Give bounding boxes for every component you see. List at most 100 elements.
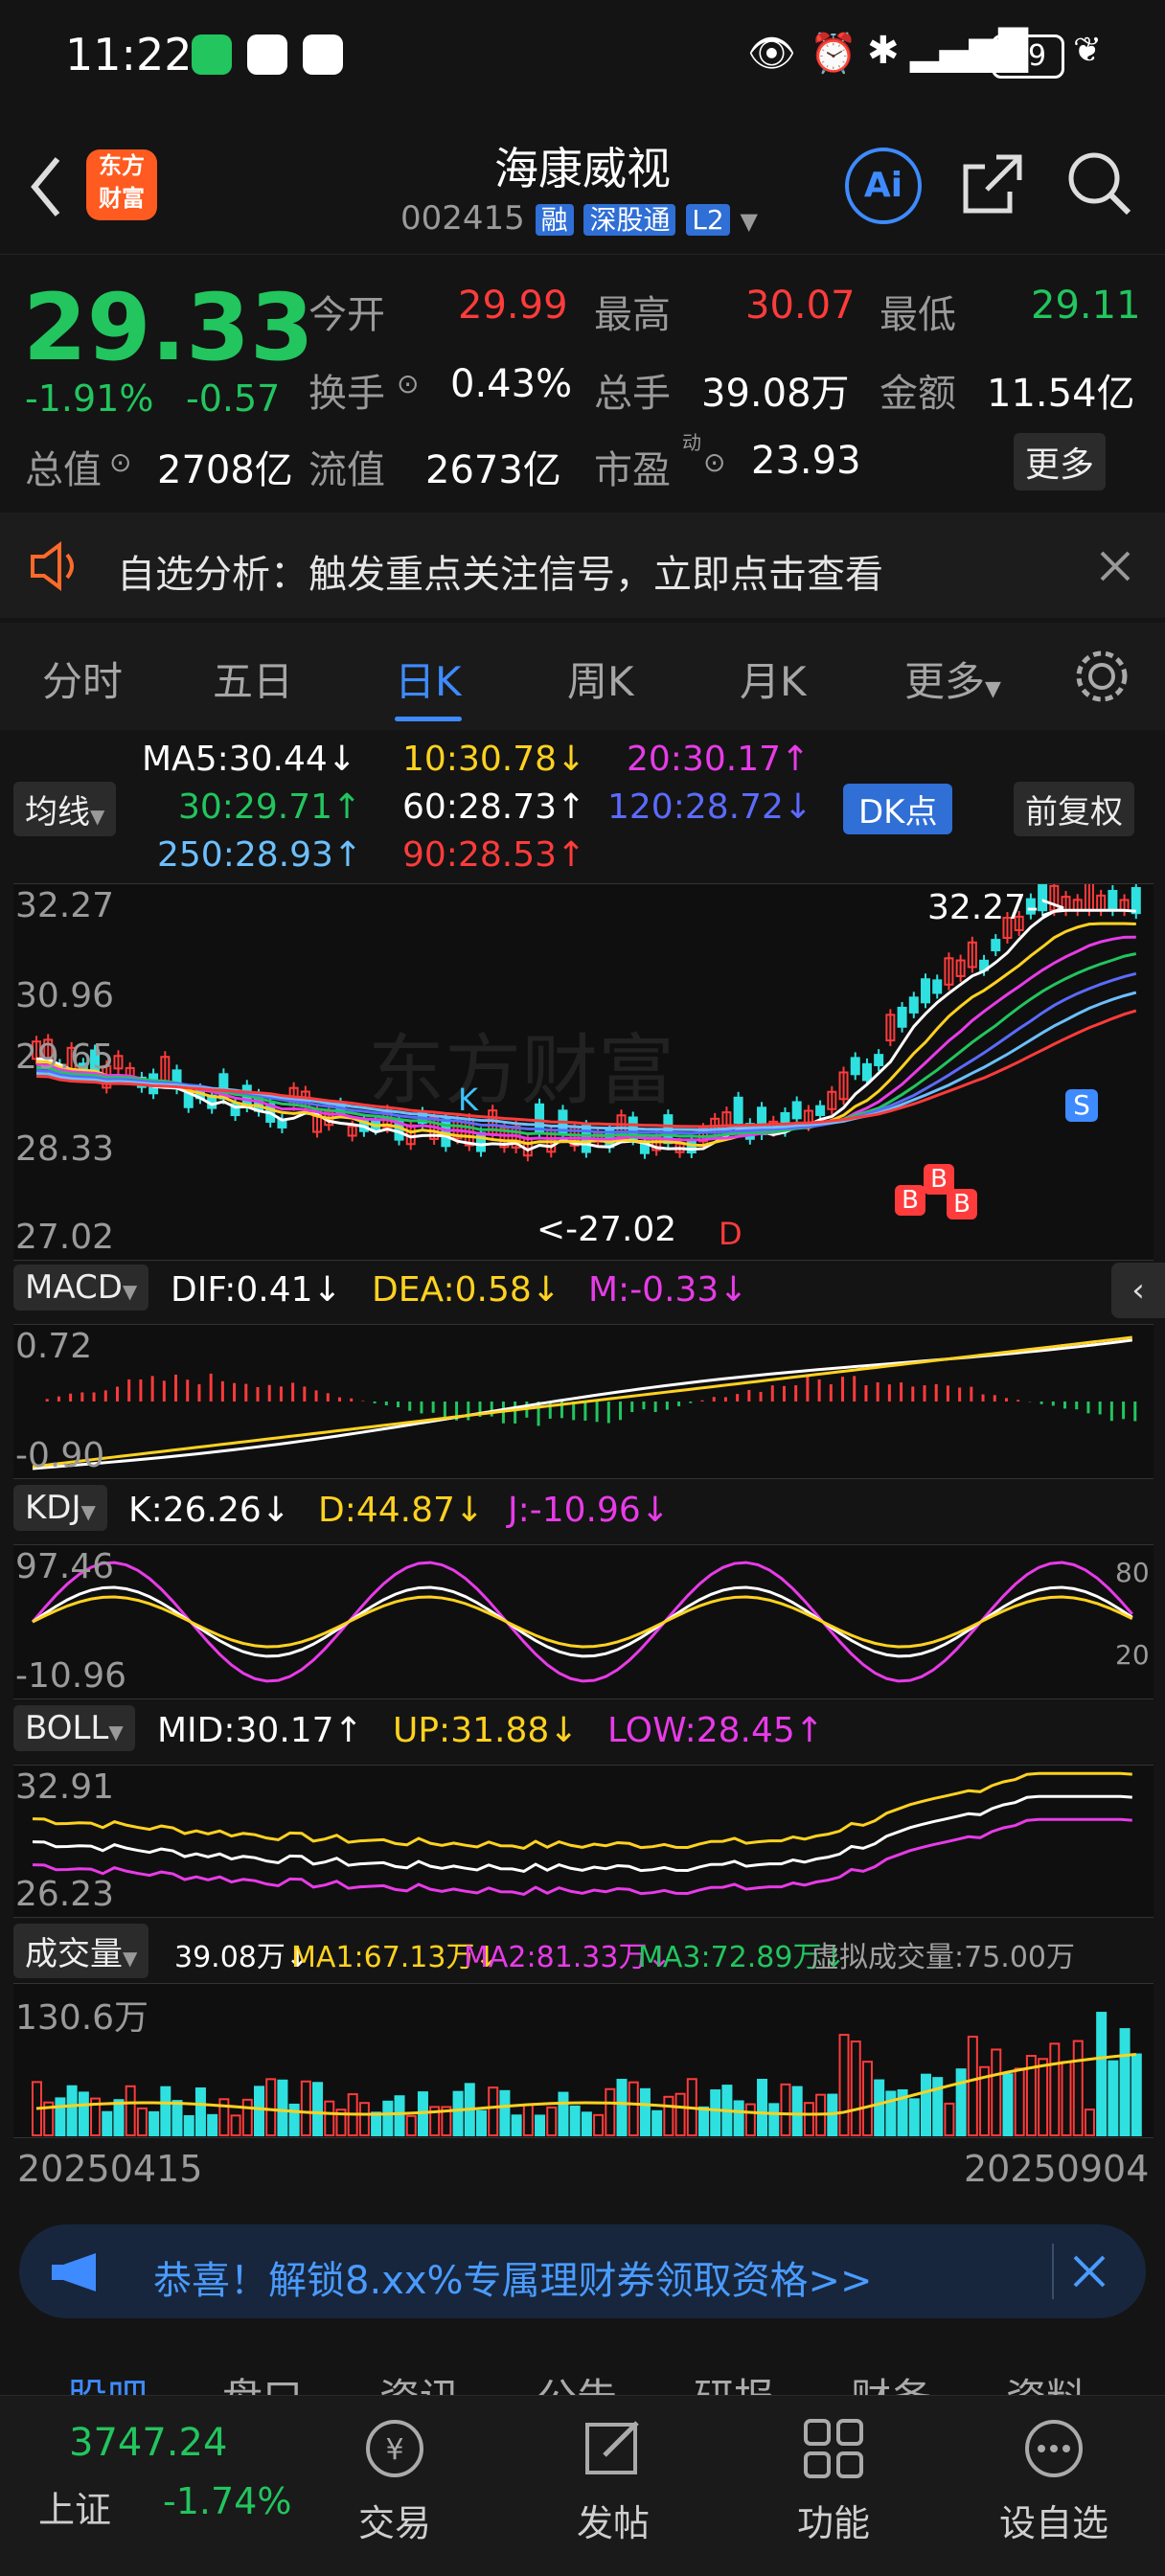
boll-selector-label: BOLL bbox=[25, 1709, 109, 1747]
price-adjust-button[interactable]: 前复权 bbox=[1014, 782, 1134, 836]
kline-plot bbox=[32, 884, 1141, 1162]
volume-bar bbox=[838, 2034, 850, 2137]
kdj-selector-label: KDJ bbox=[25, 1489, 81, 1527]
candle-body bbox=[897, 1006, 907, 1028]
candle-body bbox=[921, 978, 930, 1004]
turnover-info-icon[interactable]: ⊙ bbox=[397, 368, 419, 399]
tab-news[interactable]: 资讯 bbox=[379, 2366, 460, 2395]
pe-info-icon[interactable]: ⊙ bbox=[703, 446, 725, 478]
nav-post[interactable]: 发帖 bbox=[537, 2415, 690, 2546]
close-icon[interactable] bbox=[1098, 549, 1132, 583]
speaker-icon bbox=[31, 541, 74, 591]
macd-selector[interactable]: MACD▼ bbox=[13, 1265, 149, 1311]
volume-bar bbox=[499, 2089, 511, 2136]
dropdown-caret-icon[interactable]: ▼ bbox=[741, 208, 758, 235]
nav-add-watchlist[interactable]: 设自选 bbox=[977, 2415, 1131, 2546]
volume-bar bbox=[405, 2114, 417, 2136]
settings-gear-icon[interactable] bbox=[1071, 646, 1132, 707]
sell-signal-badge[interactable]: S bbox=[1065, 1089, 1098, 1122]
tab-announcements[interactable]: 公告 bbox=[537, 2366, 617, 2395]
info-icon[interactable]: ⊙ bbox=[109, 446, 131, 478]
volume-chart[interactable]: 130.6万 bbox=[13, 1983, 1154, 2138]
promo-close-icon[interactable] bbox=[1071, 2253, 1108, 2290]
volume-bar bbox=[382, 2100, 394, 2137]
volume-bar bbox=[569, 2105, 581, 2136]
tab-five-day[interactable]: 五日 bbox=[213, 650, 293, 708]
stock-header: 东方 财富 海康威视 002415 融 深股通 L2 ▼ Ai bbox=[0, 115, 1165, 254]
buy-signal-badge-3[interactable]: B bbox=[947, 1189, 977, 1220]
volume-selector[interactable]: 成交量▼ bbox=[13, 1924, 149, 1978]
kline-chart[interactable]: 东方财富 32.27 30.96 29.65 28.33 27.02 32.27… bbox=[13, 883, 1154, 1261]
info-tabs: 股吧 盘口 资讯 公告 研报 财务 资料 bbox=[0, 2337, 1165, 2395]
promo-banner[interactable]: 恭喜！解锁8.xx%专属理财券领取资格>> bbox=[19, 2224, 1146, 2318]
candle-body bbox=[991, 939, 1001, 952]
volume-bar bbox=[148, 2110, 160, 2137]
open-label: 今开 bbox=[308, 293, 385, 337]
kdj-axis-20: 20 bbox=[1115, 1639, 1150, 1671]
battery-icon: 89 bbox=[992, 34, 1064, 79]
boll-axis-bottom: 26.23 bbox=[15, 1875, 115, 1914]
collapse-left-icon[interactable]: ‹ bbox=[1111, 1263, 1165, 1318]
boll-axis-top: 32.91 bbox=[15, 1767, 115, 1807]
tab-profile[interactable]: 资料 bbox=[1006, 2366, 1086, 2395]
candle-body bbox=[1108, 889, 1118, 912]
alarm-icon: ⏰ bbox=[810, 32, 857, 76]
grid-icon bbox=[804, 2419, 863, 2478]
volume-bar bbox=[757, 2079, 768, 2136]
macd-chart[interactable]: 0.72 -0.90 bbox=[13, 1324, 1154, 1479]
boll-chart[interactable]: 32.91 26.23 bbox=[13, 1765, 1154, 1918]
stock-code: 002415 bbox=[400, 199, 525, 238]
volume-bar bbox=[1119, 2028, 1131, 2137]
more-button[interactable]: 更多 bbox=[1014, 433, 1107, 490]
tab-forum[interactable]: 股吧 bbox=[67, 2366, 148, 2395]
turnover-label: 换手 bbox=[308, 372, 385, 416]
ai-assistant-button[interactable]: Ai bbox=[845, 148, 922, 224]
share-icon[interactable] bbox=[958, 149, 1027, 218]
volume-bar bbox=[277, 2079, 288, 2136]
nav-trade[interactable]: ¥ 交易 bbox=[318, 2415, 471, 2546]
kdj-axis-80: 80 bbox=[1115, 1557, 1150, 1588]
turnover-value: 0.43% bbox=[450, 362, 573, 406]
date-end: 20250904 bbox=[964, 2148, 1150, 2190]
volume-bar bbox=[651, 2109, 663, 2136]
candle-body bbox=[874, 1054, 884, 1066]
dk-point-button[interactable]: DK点 bbox=[843, 784, 953, 834]
tab-more[interactable]: 更多▼ bbox=[904, 650, 1001, 708]
amount-label: 金额 bbox=[879, 372, 956, 416]
home-app-icon bbox=[247, 34, 287, 75]
nav-functions[interactable]: 功能 bbox=[757, 2415, 910, 2546]
macd-axis-bottom: -0.90 bbox=[15, 1436, 105, 1475]
tab-daily-k[interactable]: 日K bbox=[395, 650, 462, 721]
tab-finance[interactable]: 财务 bbox=[851, 2366, 931, 2395]
volume-bar bbox=[593, 2113, 605, 2136]
virtual-volume: 虚拟成交量:75.00万 bbox=[811, 1941, 1075, 1974]
buy-signal-badge[interactable]: B bbox=[895, 1185, 925, 1216]
tab-orderbook[interactable]: 盘口 bbox=[222, 2366, 303, 2395]
ma-selector[interactable]: 均线▼ bbox=[13, 782, 117, 836]
volume-bar bbox=[639, 2087, 651, 2136]
boll-up: UP:31.88↓ bbox=[393, 1711, 579, 1750]
search-icon[interactable] bbox=[1065, 149, 1134, 218]
volume-bar bbox=[230, 2114, 241, 2136]
macd-header: MACD▼ DIF:0.41↓ DEA:0.58↓ M:-0.33↓ ‹ bbox=[0, 1261, 1165, 1320]
kdj-chart[interactable]: 97.46 -10.96 80 20 bbox=[13, 1544, 1154, 1699]
candle-body bbox=[686, 1139, 697, 1154]
volume-bar bbox=[944, 2102, 955, 2136]
macd-plot bbox=[32, 1335, 1137, 1470]
notice-text: 自选分析：触发重点关注信号，立即点击查看 bbox=[117, 553, 883, 597]
change-amount: -0.57 bbox=[186, 377, 281, 420]
pe-label: 市盈 bbox=[594, 448, 671, 492]
more-dots-icon bbox=[1025, 2420, 1083, 2477]
eye-icon: 👁 bbox=[747, 32, 796, 76]
boll-mid: MID:30.17↑ bbox=[157, 1711, 363, 1750]
low-marker: <-27.02 bbox=[537, 1210, 677, 1249]
tab-research[interactable]: 研报 bbox=[694, 2366, 774, 2395]
tab-intraday[interactable]: 分时 bbox=[42, 650, 123, 708]
boll-selector[interactable]: BOLL▼ bbox=[13, 1705, 135, 1751]
candle-body bbox=[908, 996, 919, 1014]
tab-weekly-k[interactable]: 周K bbox=[567, 650, 634, 708]
notice-bar[interactable]: 自选分析：触发重点关注信号，立即点击查看 bbox=[0, 513, 1165, 618]
tab-monthly-k[interactable]: 月K bbox=[740, 650, 807, 708]
kdj-selector[interactable]: KDJ▼ bbox=[13, 1485, 107, 1531]
volume-bar bbox=[125, 2085, 136, 2136]
